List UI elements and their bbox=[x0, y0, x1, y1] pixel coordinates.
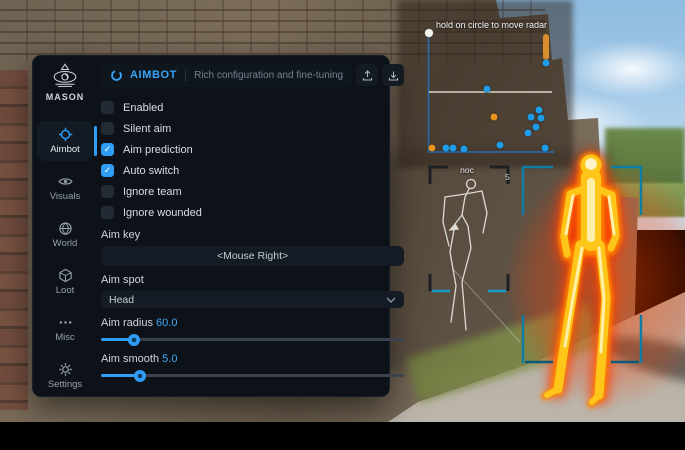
import-config-button[interactable] bbox=[382, 64, 404, 86]
aimbot-ring-icon bbox=[110, 69, 123, 82]
aim-spot-select[interactable]: Head bbox=[101, 291, 404, 308]
sidebar-item-label: Settings bbox=[48, 379, 82, 390]
gear-icon bbox=[58, 362, 73, 377]
aim-smooth-label: Aim smooth 5.0 bbox=[101, 353, 404, 365]
radar-hint-text: hold on circle to move radar bbox=[436, 20, 547, 30]
sidebar-item-visuals[interactable]: Visuals bbox=[37, 168, 93, 208]
toggle-aim-prediction[interactable]: ✓ Aim prediction bbox=[101, 139, 404, 160]
dots-icon bbox=[58, 315, 73, 330]
export-config-button[interactable] bbox=[356, 64, 378, 86]
checkbox[interactable] bbox=[101, 206, 114, 219]
checkbox[interactable]: ✓ bbox=[101, 143, 114, 156]
toggle-auto-switch[interactable]: ✓ Auto switch bbox=[101, 160, 404, 181]
radar-dot-blue bbox=[536, 107, 543, 114]
radar-dot-blue bbox=[443, 145, 450, 152]
radar-dot-blue bbox=[538, 115, 545, 122]
cheat-menu-window: MASON Aimbot Visuals World Loot Misc Settings… bbox=[32, 55, 390, 397]
box-icon bbox=[58, 268, 73, 283]
sidebar-item-world[interactable]: World bbox=[37, 215, 93, 255]
red-bricks bbox=[0, 70, 28, 410]
checkbox[interactable] bbox=[101, 101, 114, 114]
aim-spot-label: Aim spot bbox=[101, 274, 404, 286]
active-tab-indicator bbox=[94, 126, 97, 156]
brand-name: MASON bbox=[46, 92, 85, 102]
brand-logo: MASON bbox=[46, 63, 85, 111]
eye-icon bbox=[58, 174, 73, 189]
slider-knob[interactable] bbox=[134, 370, 146, 382]
toggle-label: Auto switch bbox=[123, 165, 179, 177]
toggle-label: Silent aim bbox=[123, 123, 171, 135]
glowing-player-model bbox=[533, 138, 663, 418]
sidebar-item-label: Aimbot bbox=[50, 144, 80, 155]
sidebar-item-label: Misc bbox=[55, 332, 75, 343]
checkbox[interactable] bbox=[101, 122, 114, 135]
aim-smooth-value: 5.0 bbox=[162, 353, 177, 365]
slider-knob[interactable] bbox=[128, 334, 140, 346]
globe-icon bbox=[58, 221, 73, 236]
radar-dot-blue bbox=[542, 145, 549, 152]
radar-dot-blue bbox=[461, 146, 468, 153]
sidebar-item-label: World bbox=[53, 238, 78, 249]
radar-dot-orange bbox=[491, 114, 498, 121]
sidebar-nav: Aimbot Visuals World Loot Misc Settings bbox=[33, 121, 97, 396]
sidebar-item-misc[interactable]: Misc bbox=[37, 309, 93, 349]
aim-key-label: Aim key bbox=[101, 229, 404, 241]
aim-radius-value: 60.0 bbox=[156, 317, 177, 329]
toggle-label: Ignore wounded bbox=[123, 207, 202, 219]
esp-player-name: noc bbox=[460, 165, 474, 175]
esp-distance-label: 5 bbox=[505, 172, 510, 182]
page-subtitle: Rich configuration and fine-tuning bbox=[194, 70, 343, 81]
aim-smooth-slider[interactable] bbox=[101, 374, 404, 377]
radar-dot-blue bbox=[528, 114, 535, 121]
chevron-down-icon bbox=[386, 297, 396, 303]
radar-dot-blue bbox=[450, 145, 457, 152]
sidebar-item-label: Loot bbox=[56, 285, 75, 296]
radar-dot-blue bbox=[484, 86, 491, 93]
panel-content: AIMBOT | Rich configuration and fine-tun… bbox=[97, 56, 416, 396]
toggle-label: Ignore team bbox=[123, 186, 182, 198]
sidebar: MASON Aimbot Visuals World Loot Misc Settings bbox=[33, 56, 97, 396]
divider: | bbox=[184, 68, 187, 82]
radar-dot-orange bbox=[429, 145, 436, 152]
toggle-label: Aim prediction bbox=[123, 144, 193, 156]
toggle-label: Enabled bbox=[123, 102, 163, 114]
eye-pyramid-icon bbox=[49, 63, 81, 89]
radar-dot-blue bbox=[525, 130, 532, 137]
toggle-list: Enabled Silent aim ✓ Aim prediction ✓ Auto sw… bbox=[101, 97, 404, 223]
toggle-ignore-wounded[interactable]: Ignore wounded bbox=[101, 202, 404, 223]
aim-spot-value: Head bbox=[109, 294, 134, 306]
upload-icon bbox=[361, 69, 374, 82]
radar-dot-blue bbox=[497, 142, 504, 149]
aim-key-bind-button[interactable]: <Mouse Right> bbox=[101, 246, 404, 266]
sidebar-item-aimbot[interactable]: Aimbot bbox=[37, 121, 93, 161]
sidebar-item-loot[interactable]: Loot bbox=[37, 262, 93, 302]
page-title: AIMBOT bbox=[130, 69, 177, 81]
toggle-silent-aim[interactable]: Silent aim bbox=[101, 118, 404, 139]
download-icon bbox=[387, 69, 400, 82]
sidebar-item-settings[interactable]: Settings bbox=[37, 356, 93, 396]
radar-dot-blue bbox=[533, 124, 540, 131]
toggle-ignore-team[interactable]: Ignore team bbox=[101, 181, 404, 202]
aim-radius-slider[interactable] bbox=[101, 338, 404, 341]
tab-header-bar: AIMBOT | Rich configuration and fine-tun… bbox=[101, 63, 352, 87]
sidebar-item-label: Visuals bbox=[50, 191, 80, 202]
checkbox[interactable] bbox=[101, 185, 114, 198]
aim-radius-label: Aim radius 60.0 bbox=[101, 317, 404, 329]
radar-dot-blue bbox=[543, 60, 550, 67]
checkbox[interactable]: ✓ bbox=[101, 164, 114, 177]
crosshair-icon bbox=[58, 127, 73, 142]
toggle-enabled[interactable]: Enabled bbox=[101, 97, 404, 118]
